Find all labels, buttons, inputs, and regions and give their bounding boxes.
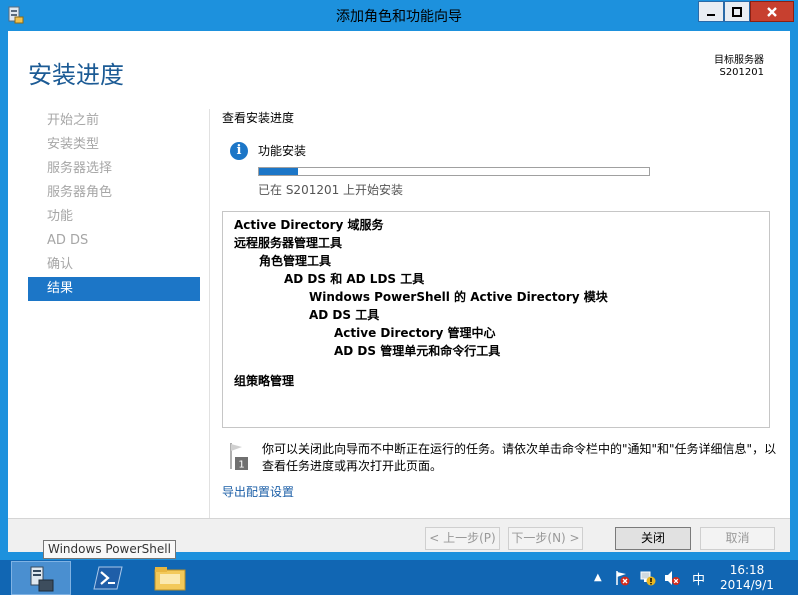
note-text: 你可以关闭此向导而不中断正在运行的任务。请依次单击命令栏中的"通知"和"任务详细… (262, 442, 777, 473)
target-server-name: S201201 (719, 67, 764, 78)
nav-item-server-roles: 服务器角色 (47, 185, 113, 200)
nav-item-installation-type: 安装类型 (47, 137, 100, 152)
nav-divider (209, 109, 210, 521)
clock-time: 16:18 (729, 563, 765, 577)
taskbar-tooltip: Windows PowerShell (43, 540, 176, 559)
input-method-indicator[interactable]: 中 (692, 569, 705, 588)
maximize-icon (732, 6, 742, 17)
folder-icon (154, 567, 186, 591)
cancel-button[interactable]: 取消 (700, 527, 775, 550)
wizard-nav: 开始之前 安装类型 服务器选择 服务器角色 功能 AD DS 确认 结果 (28, 109, 200, 301)
server-manager-icon (30, 566, 54, 592)
powershell-icon (93, 566, 123, 590)
wizard-client-area: 安装进度 目标服务器 S201201 开始之前 安装类型 服务器选择 服务器角色… (8, 31, 790, 552)
result-item: Active Directory 域服务 (234, 218, 384, 232)
taskbar-clock[interactable]: 16:18 2014/9/1 (718, 563, 776, 593)
notification-flag-icon: 1 (230, 443, 248, 471)
export-config-link[interactable]: 导出配置设置 (222, 483, 294, 500)
minimize-button[interactable] (698, 1, 724, 22)
result-item: 角色管理工具 (259, 254, 332, 268)
result-item: AD DS 管理单元和命令行工具 (334, 344, 501, 358)
previous-button[interactable]: < 上一步(P) (425, 527, 500, 550)
status-label: 功能安装 (258, 144, 307, 158)
taskbar: ▲ 中 16:18 2014/9/1 (0, 560, 798, 595)
target-server-label: 目标服务器 (714, 55, 764, 66)
result-item: AD DS 和 AD LDS 工具 (284, 272, 425, 286)
nav-item-features: 功能 (47, 209, 74, 224)
window-title: 添加角色和功能向导 (336, 9, 462, 25)
next-button[interactable]: 下一步(N) > (508, 527, 583, 550)
target-server-info: 目标服务器 S201201 (714, 55, 764, 79)
nav-item-confirmation: 确认 (47, 257, 74, 272)
nav-item-results[interactable]: 结果 (28, 277, 200, 301)
nav-item-server-selection: 服务器选择 (47, 161, 113, 176)
result-item: 远程服务器管理工具 (234, 236, 343, 250)
notification-count: 1 (238, 460, 244, 471)
volume-muted-icon[interactable] (664, 570, 680, 586)
taskbar-server-manager[interactable] (11, 561, 71, 595)
wizard-window: 添加角色和功能向导 安装进度 目标服务器 S201201 开始之前 安装类型 服… (0, 0, 798, 560)
action-center-icon[interactable] (614, 570, 630, 586)
clock-date: 2014/9/1 (720, 578, 774, 592)
nav-item-ad-ds: AD DS (47, 233, 89, 248)
minimize-icon (707, 13, 715, 16)
nav-item-before-you-begin: 开始之前 (47, 113, 100, 128)
results-spacer (223, 360, 769, 372)
page-title: 安装进度 (28, 61, 124, 89)
result-item: Active Directory 管理中心 (334, 326, 496, 340)
progress-status: 已在 S201201 上开始安装 (258, 183, 404, 197)
progress-fill (259, 168, 298, 175)
result-item: 组策略管理 (234, 374, 295, 388)
close-button[interactable]: 关闭 (615, 527, 691, 550)
section-heading: 查看安装进度 (222, 111, 295, 125)
network-icon[interactable] (640, 570, 656, 586)
install-progress-bar (258, 167, 650, 176)
info-icon: i (230, 142, 248, 160)
taskbar-file-explorer[interactable] (140, 561, 200, 595)
main-content: 查看安装进度 i 功能安装 已在 S201201 上开始安装 Active Di… (222, 109, 776, 499)
maximize-button[interactable] (724, 1, 750, 22)
close-window-button[interactable] (750, 1, 794, 22)
result-item: Windows PowerShell 的 Active Directory 模块 (309, 290, 608, 304)
close-icon (767, 6, 777, 17)
result-item: AD DS 工具 (309, 308, 380, 322)
title-bar[interactable]: 添加角色和功能向导 (0, 0, 798, 30)
taskbar-powershell[interactable] (78, 561, 138, 595)
results-list[interactable]: Active Directory 域服务 远程服务器管理工具角色管理工具 AD DS… (222, 211, 770, 428)
tray-expand-icon[interactable]: ▲ (594, 572, 602, 583)
